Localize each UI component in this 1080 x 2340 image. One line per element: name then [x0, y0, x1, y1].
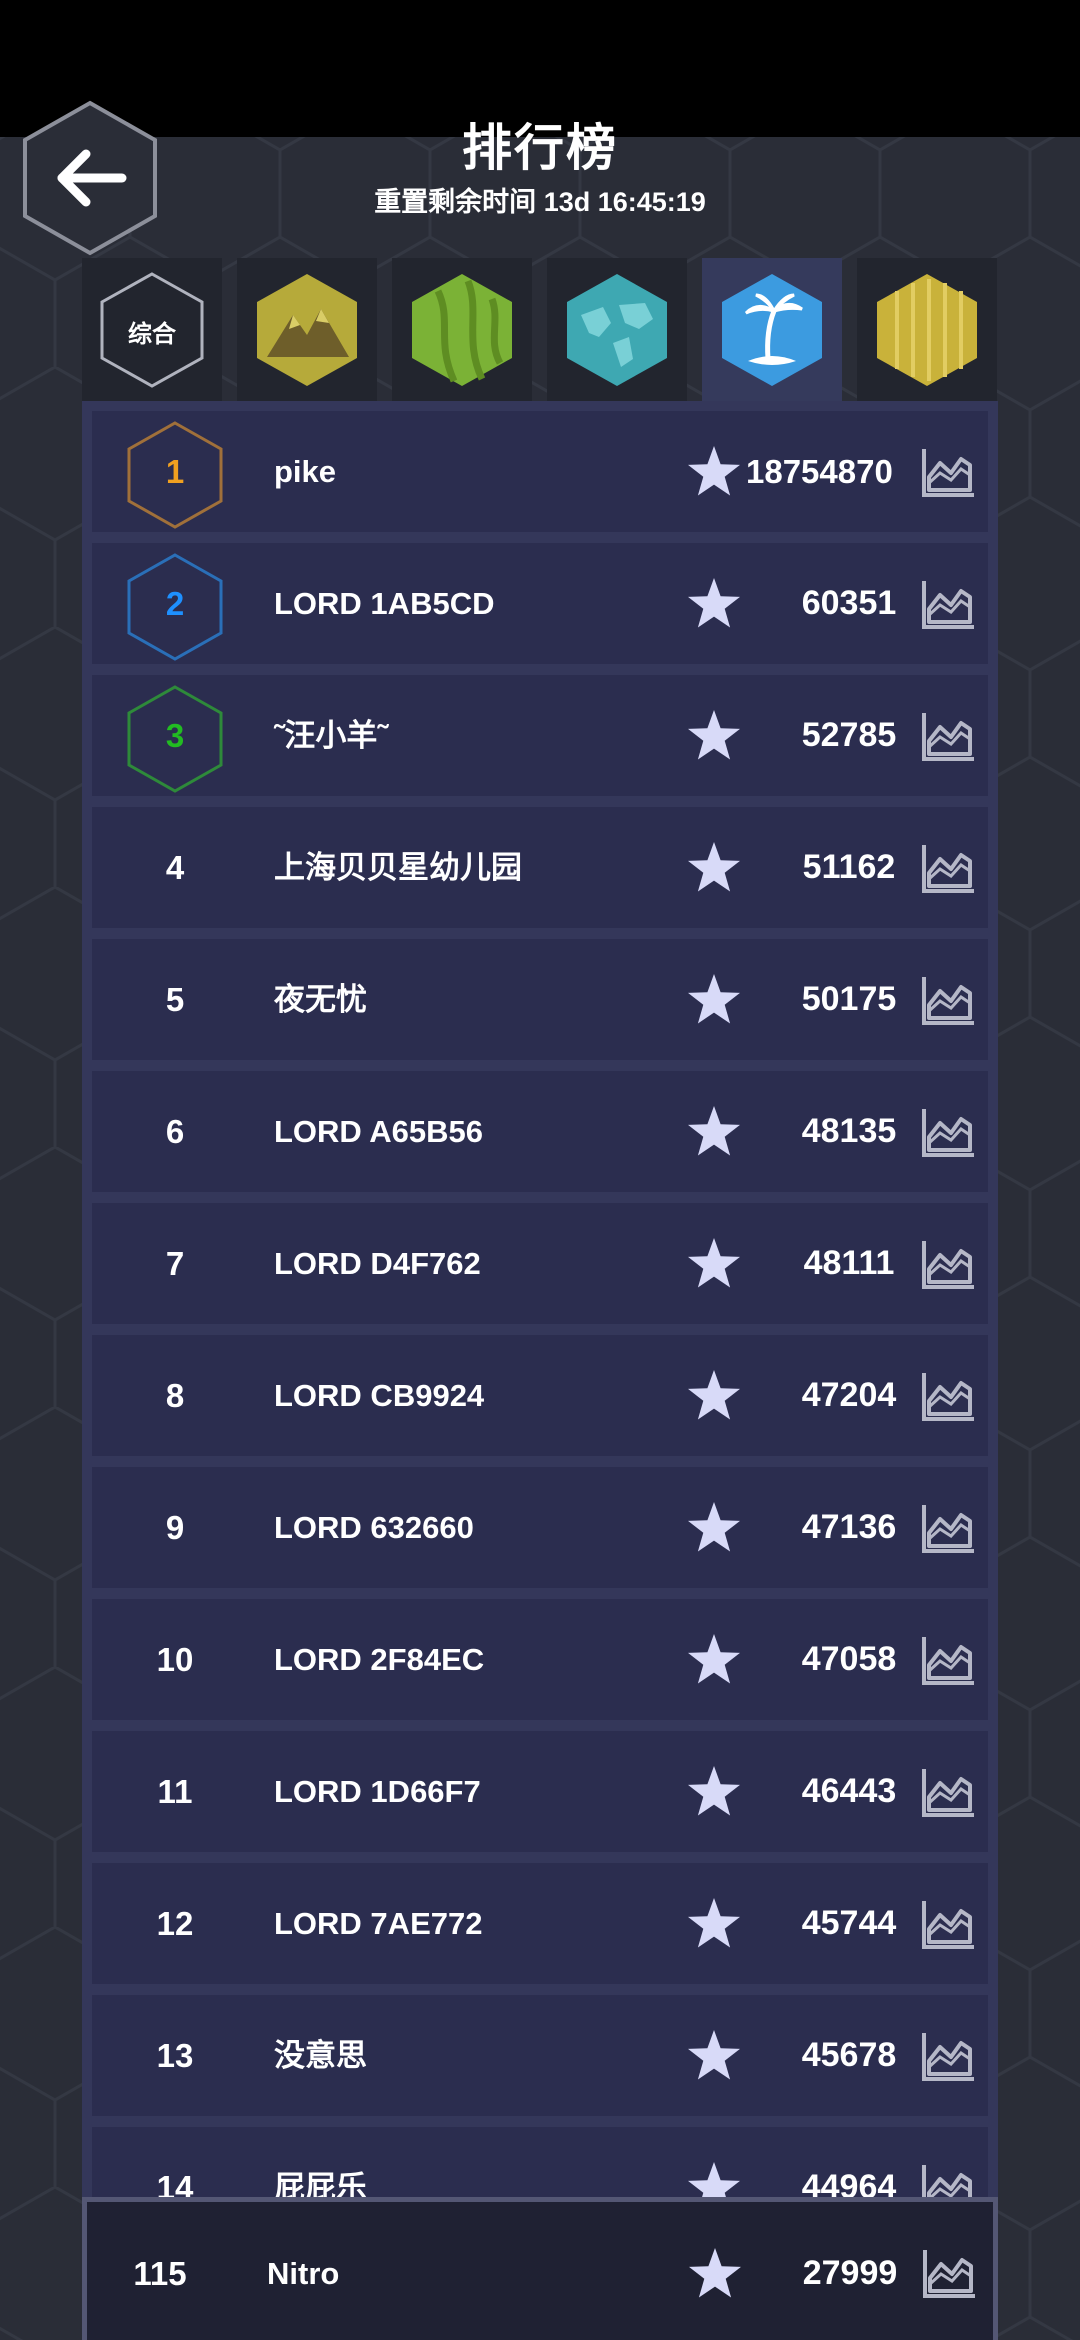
player-name: LORD 2F84EC — [274, 1642, 485, 1677]
area-chart-icon[interactable] — [920, 1635, 976, 1687]
player-name: LORD 1D66F7 — [274, 1774, 481, 1809]
rank-number: 5 — [165, 981, 185, 1018]
star-icon — [688, 2030, 740, 2080]
player-name: LORD 1AB5CD — [274, 586, 495, 621]
grassland-hex-icon — [412, 274, 512, 386]
player-name: 夜无忧 — [274, 982, 367, 1017]
rank-number: 13 — [156, 2037, 194, 2074]
rank-number: 11 — [157, 1773, 193, 1810]
world-map-hex-icon — [567, 274, 667, 386]
area-chart-icon[interactable] — [920, 1371, 976, 1423]
star-icon — [688, 974, 740, 1024]
tab-world[interactable] — [547, 258, 687, 401]
category-tabs: 综合 — [82, 258, 998, 406]
star-icon — [688, 1238, 740, 1288]
star-icon — [688, 1106, 740, 1156]
gold-hex-icon — [877, 274, 977, 386]
leaderboard-row[interactable]: 4 上海贝贝星幼儿园 51162 — [92, 807, 988, 928]
player-name: LORD A65B56 — [274, 1114, 484, 1149]
star-icon — [688, 1634, 740, 1684]
leaderboard-row[interactable]: 12 LORD 7AE772 45744 — [92, 1863, 988, 1984]
rank-number: 10 — [156, 1641, 194, 1678]
rank-number: 6 — [165, 1113, 185, 1150]
leaderboard-row[interactable]: 7 LORD D4F762 48111 — [92, 1203, 988, 1324]
reset-timer: 重置剩余时间 13d 16:45:19 — [374, 187, 706, 217]
leaderboard-row[interactable]: 14 屁屁乐 44964 — [92, 2127, 988, 2201]
leaderboard-list[interactable]: 1 pike 18754870 2 LORD 1AB5CD 60351 3 ˜汪… — [82, 401, 998, 2201]
area-chart-icon[interactable] — [920, 2031, 976, 2083]
leaderboard-row[interactable]: 8 LORD CB9924 47204 — [92, 1335, 988, 1456]
rank-number: 12 — [156, 1905, 194, 1942]
player-name: LORD CB9924 — [274, 1378, 485, 1413]
area-chart-icon[interactable] — [920, 711, 976, 763]
rank-number: 1 — [165, 453, 185, 490]
palm-island-hex-icon — [722, 274, 822, 386]
player-name: LORD 7AE772 — [274, 1906, 483, 1941]
player-name: pike — [274, 454, 337, 489]
player-name: 上海贝贝星幼儿园 — [274, 850, 522, 885]
tab-grassland[interactable] — [392, 258, 532, 401]
area-chart-icon[interactable] — [920, 975, 976, 1027]
star-icon — [688, 2162, 740, 2201]
player-name: 没意思 — [274, 2038, 367, 2073]
area-chart-icon[interactable] — [920, 1503, 976, 1555]
my-player-name: Nitro — [267, 2256, 340, 2291]
area-chart-icon[interactable] — [920, 447, 976, 499]
mountain-hex-icon — [257, 274, 357, 386]
star-icon — [688, 1370, 740, 1420]
area-chart-icon[interactable] — [920, 1239, 976, 1291]
rank-number: 8 — [165, 1377, 185, 1414]
area-chart-icon[interactable] — [921, 2248, 977, 2300]
area-chart-icon[interactable] — [920, 1767, 976, 1819]
star-icon — [688, 1502, 740, 1552]
area-chart-icon[interactable] — [920, 2163, 976, 2201]
rank-number: 7 — [165, 1245, 185, 1282]
star-icon — [688, 446, 740, 496]
leaderboard-row[interactable]: 13 没意思 45678 — [92, 1995, 988, 2116]
rank-number: 3 — [165, 717, 185, 754]
rank-number: 4 — [165, 849, 185, 886]
star-icon — [688, 842, 740, 892]
leaderboard-row[interactable]: 2 LORD 1AB5CD 60351 — [92, 543, 988, 664]
rank-number: 9 — [165, 1509, 185, 1546]
area-chart-icon[interactable] — [920, 1107, 976, 1159]
star-icon — [688, 1898, 740, 1948]
leaderboard-row[interactable]: 1 pike 18754870 — [92, 411, 988, 532]
leaderboard-row[interactable]: 9 LORD 632660 47136 — [92, 1467, 988, 1588]
player-name: 屁屁乐 — [274, 2170, 367, 2201]
star-icon — [689, 2248, 741, 2298]
player-name: ˜汪小羊˜ — [274, 718, 388, 753]
tab-mountain[interactable] — [237, 258, 377, 401]
area-chart-icon[interactable] — [920, 1899, 976, 1951]
player-name: LORD 632660 — [274, 1510, 474, 1545]
leaderboard-row[interactable]: 11 LORD 1D66F7 46443 — [92, 1731, 988, 1852]
leaderboard-row[interactable]: 3 ˜汪小羊˜ 52785 — [92, 675, 988, 796]
my-rank-row[interactable]: 115 Nitro 27999 — [82, 2197, 998, 2340]
rank-number: 14 — [156, 2169, 194, 2201]
tab-island[interactable] — [702, 258, 842, 406]
leaderboard-row[interactable]: 6 LORD A65B56 48135 — [92, 1071, 988, 1192]
rank-number: 2 — [165, 585, 185, 622]
leaderboard-row[interactable]: 10 LORD 2F84EC 47058 — [92, 1599, 988, 1720]
area-chart-icon[interactable] — [920, 843, 976, 895]
star-icon — [688, 710, 740, 760]
tab-gold[interactable] — [857, 258, 997, 401]
my-rank-number: 115 — [133, 2255, 187, 2292]
tab-overall-label: 综合 — [128, 321, 176, 348]
star-icon — [688, 578, 740, 628]
leaderboard-row[interactable]: 5 夜无忧 50175 — [92, 939, 988, 1060]
page-title: 排行榜 — [462, 120, 618, 176]
tab-overall[interactable]: 综合 — [82, 258, 222, 401]
area-chart-icon[interactable] — [920, 579, 976, 631]
star-icon — [688, 1766, 740, 1816]
player-name: LORD D4F762 — [274, 1246, 481, 1281]
